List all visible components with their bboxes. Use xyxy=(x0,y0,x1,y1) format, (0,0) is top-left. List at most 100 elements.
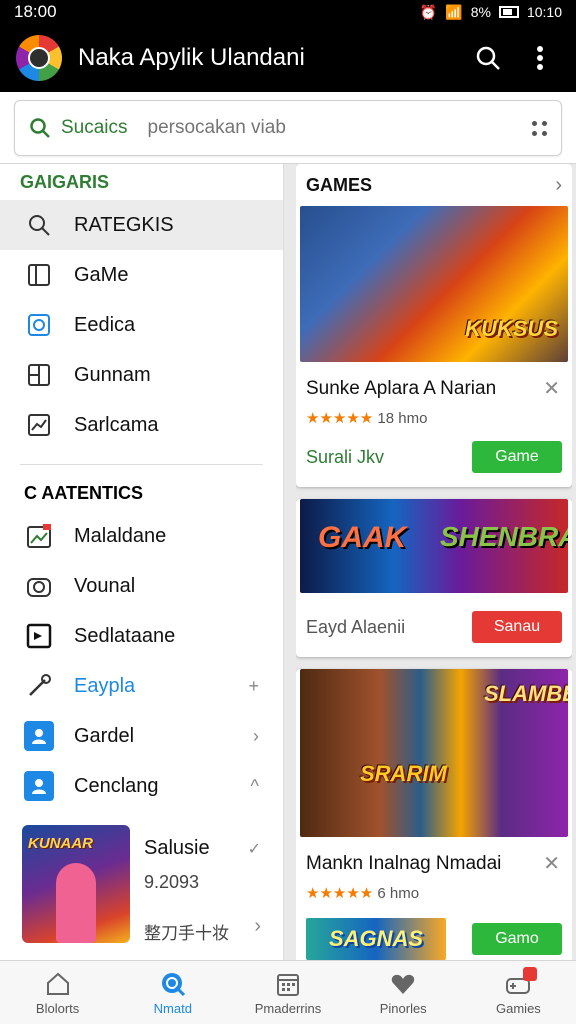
game-banner[interactable]: GAAK SHENBRA xyxy=(300,499,568,593)
game-action-label[interactable]: Eayd Alaenii xyxy=(306,617,405,638)
game-title: Mankn Inalnag Nmadai xyxy=(306,852,502,874)
nav-item-games[interactable]: Gamies xyxy=(461,961,576,1024)
nav-item-home[interactable]: Blolorts xyxy=(0,961,115,1024)
game-card-1[interactable]: GAMES › KUKSUS Sunke Aplara A Narian ✕ ★… xyxy=(296,164,572,487)
layout-icon xyxy=(24,360,54,390)
sidebar-item-cenclang[interactable]: Cenclang ^ xyxy=(0,761,283,811)
games-feed: GAMES › KUKSUS Sunke Aplara A Narian ✕ ★… xyxy=(296,164,572,960)
games-header[interactable]: GAMES › xyxy=(296,164,572,200)
category-sidebar: GAIGARIS RATEGKIS GaMe Eedica Gunnam Sar… xyxy=(0,164,284,960)
featured-game-meta: 整刀手十妆 xyxy=(144,924,229,943)
banner-logo-text: GAAK xyxy=(318,521,407,554)
game-button[interactable]: Game xyxy=(472,441,562,473)
alarm-icon: ⏰ xyxy=(419,3,438,20)
search-box[interactable]: Sucaics xyxy=(14,100,562,156)
sidebar-item-label: Vounal xyxy=(74,574,136,597)
sidebar-item-label: GaMe xyxy=(74,263,129,286)
game-banner[interactable]: SRARIM SLAMBE xyxy=(300,669,568,837)
chevron-right-icon[interactable]: › xyxy=(555,174,562,197)
target-icon xyxy=(24,310,54,340)
sidebar-item-categories[interactable]: RATEGKIS xyxy=(0,200,283,250)
battery-icon xyxy=(498,6,519,18)
star-rating-icon: ★★★★★ xyxy=(306,410,374,427)
status-clock-right: 10:10 xyxy=(526,4,562,20)
sidebar-item-vounal[interactable]: Vounal xyxy=(0,561,283,611)
sidebar-item-eedica[interactable]: Eedica xyxy=(0,300,283,350)
nav-label: Gamies xyxy=(496,1001,541,1016)
calendar-icon xyxy=(273,969,303,999)
app-bar: Naka Apylik Ulandani xyxy=(0,24,576,92)
search-icon xyxy=(24,210,54,240)
sidebar-item-game[interactable]: GaMe xyxy=(0,250,283,300)
bottom-navigation: Blolorts Nmatd Pmaderrins Pinorles Gamie… xyxy=(0,960,576,1024)
nav-label: Blolorts xyxy=(35,1001,80,1016)
sidebar-item-label: Malaldane xyxy=(74,524,167,547)
game-card-3[interactable]: SRARIM SLAMBE Mankn Inalnag Nmadai ✕ ★★★… xyxy=(296,669,572,960)
sidebar-item-gunnam[interactable]: Gunnam xyxy=(0,350,283,400)
chevron-right-icon[interactable]: › xyxy=(254,915,261,938)
thumbnail-character xyxy=(56,863,96,943)
search-icon xyxy=(30,118,50,138)
app-title: Naka Apylik Ulandani xyxy=(78,44,305,71)
close-icon[interactable]: ✕ xyxy=(543,376,560,401)
chevron-right-icon[interactable]: › xyxy=(253,726,259,747)
sidebar-item-label: Gardel xyxy=(74,724,135,747)
game-button[interactable]: Gamo xyxy=(472,923,562,955)
game-rating: ★★★★★ 6 hmo xyxy=(296,876,572,910)
game-card-2[interactable]: GAAK SHENBRA Eayd Alaenii Sanau xyxy=(296,499,572,657)
game-banner-small[interactable]: SAGNAS xyxy=(306,918,446,960)
close-icon[interactable]: ✕ xyxy=(543,851,560,876)
add-icon[interactable]: + xyxy=(248,676,259,697)
app-logo xyxy=(16,35,62,81)
banner-logo-text-2: SHENBRA xyxy=(440,521,568,552)
game-button[interactable]: Sanau xyxy=(472,611,562,643)
sidebar-item-label: RATEGKIS xyxy=(74,213,174,236)
game-title: Sunke Aplara A Narian xyxy=(306,377,497,399)
search-icon[interactable] xyxy=(468,38,508,78)
card-footer: SAGNAS Gamo xyxy=(296,910,572,960)
person-icon xyxy=(24,771,54,801)
book-icon xyxy=(24,260,54,290)
gamepad-icon xyxy=(503,967,538,999)
nav-item-calendar[interactable]: Pmaderrins xyxy=(230,961,345,1024)
sidebar-item-label: Cenclang xyxy=(74,774,159,797)
nav-label: Pmaderrins xyxy=(254,1001,322,1016)
status-bar: 18:00 ⏰ 📶 8% 10:10 xyxy=(0,0,576,24)
wifi-icon: 📶 xyxy=(445,3,463,20)
more-vert-icon[interactable] xyxy=(520,38,560,78)
film-icon xyxy=(24,621,54,651)
nav-item-favorites[interactable]: Pinorles xyxy=(346,961,461,1024)
nav-item-search[interactable]: Nmatd xyxy=(115,961,230,1024)
person-icon xyxy=(24,721,54,751)
heart-icon xyxy=(388,969,418,999)
sidebar-item-eaypla[interactable]: Eaypla + xyxy=(0,661,283,711)
grid-icon[interactable] xyxy=(532,120,547,136)
rating-text: 18 hmo xyxy=(377,410,428,427)
thumbnail-logo-text: KUNAAR xyxy=(28,835,93,852)
sidebar-item-label: Sarlcama xyxy=(74,413,159,436)
sidebar-item-label: Eedica xyxy=(74,313,136,336)
banner-logo-text: SAGNAS xyxy=(328,926,424,951)
search-input[interactable] xyxy=(147,117,532,139)
star-rating-icon: ★★★★★ xyxy=(306,885,374,902)
game-action-label[interactable]: Surali Jkv xyxy=(306,447,384,468)
game-title-row: Mankn Inalnag Nmadai ✕ xyxy=(296,837,572,876)
game-title-row: Sunke Aplara A Narian ✕ xyxy=(296,362,572,401)
search-label: Sucaics xyxy=(61,117,128,138)
sidebar-item-malaldane[interactable]: Malaldane xyxy=(0,511,283,561)
rating-text: 6 hmo xyxy=(377,885,420,902)
sidebar-item-label: Sedlataane xyxy=(74,624,176,647)
sidebar-item-sarlcama[interactable]: Sarlcama xyxy=(0,400,283,450)
sidebar-item-sedlataane[interactable]: Sedlataane xyxy=(0,611,283,661)
featured-game-card[interactable]: KUNAAR Salusie 9.2093 整刀手十妆 ✓ › xyxy=(0,815,283,954)
sidebar-item-gardel[interactable]: Gardel › xyxy=(0,711,283,761)
game-thumbnail: KUNAAR xyxy=(22,825,130,943)
section-title-contents: C AATENTICS xyxy=(24,483,143,503)
featured-game-rating: 9.2093 xyxy=(144,872,200,892)
game-banner[interactable]: KUKSUS xyxy=(300,206,568,362)
search-area: Sucaics xyxy=(0,92,576,164)
status-icons: ⏰ 📶 8% 10:10 xyxy=(420,4,562,21)
card-actions: Eayd Alaenii Sanau xyxy=(296,593,572,657)
sidebar-item-label: Eaypla xyxy=(74,674,136,697)
chevron-up-icon[interactable]: ^ xyxy=(251,776,259,797)
